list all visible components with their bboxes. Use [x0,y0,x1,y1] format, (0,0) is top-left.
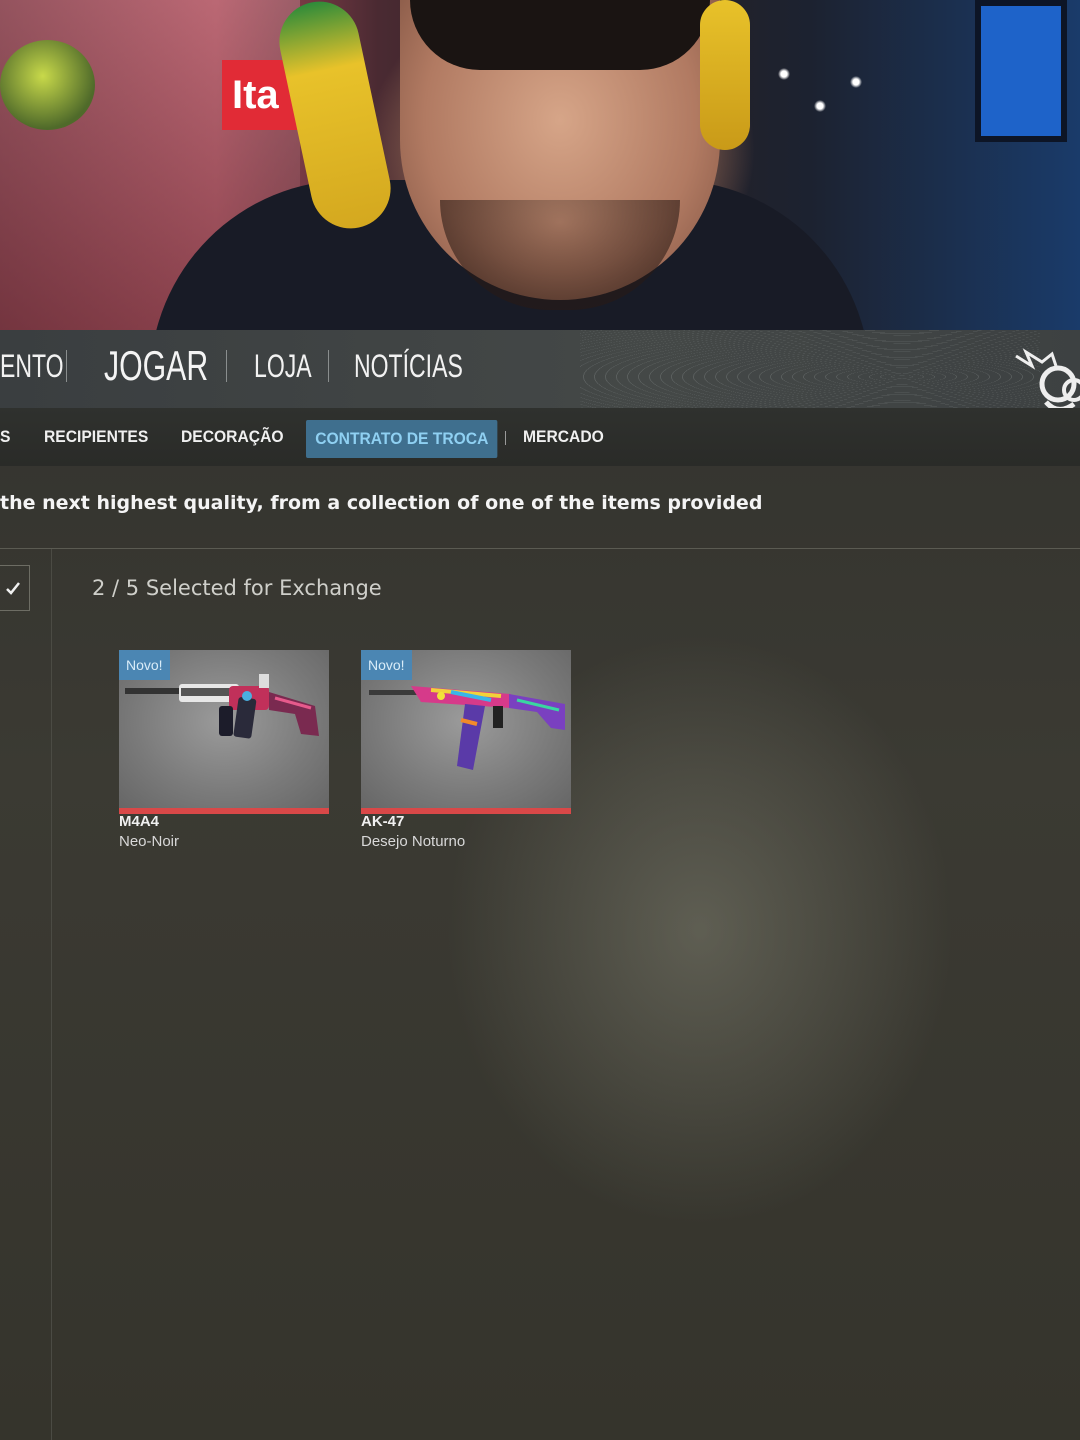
background-lights [760,50,880,130]
game-ui: ENTO JOGAR LOJA NOTÍCIAS S RECIPIENTES D… [0,330,1080,1440]
helmet-decoration [0,40,95,130]
nav-item-loja[interactable]: LOJA [254,348,312,385]
item-skin-name: Neo-Noir [119,833,180,850]
new-badge: Novo! [119,650,170,680]
item-weapon-name: AK-47 [361,813,405,830]
section-divider [0,548,1080,549]
confirm-button[interactable] [0,565,30,611]
contract-description: the next highest quality, from a collect… [0,492,763,514]
nav-item-noticias[interactable]: NOTÍCIAS [354,348,463,385]
selected-count-label: 2 / 5 Selected for Exchange [92,576,382,600]
background-monitor [975,0,1067,142]
streamer-hair [410,0,710,70]
subtab-partial[interactable]: S [0,422,10,452]
item-card-ak47[interactable]: Novo! [361,650,571,814]
item-card-m4a4[interactable]: Novo! [119,650,329,814]
new-badge: Novo! [361,650,412,680]
subtab-recipientes[interactable]: RECIPIENTES [44,422,148,452]
subtab-separator [505,431,506,445]
nav-separator [66,350,67,382]
nav-item-partial[interactable]: ENTO [0,348,64,385]
sidebar-divider [51,549,52,1440]
subtab-contrato-de-troca[interactable]: CONTRATO DE TROCA [306,420,498,458]
top-nav-bar: ENTO JOGAR LOJA NOTÍCIAS [0,330,1080,412]
subtab-mercado[interactable]: MERCADO [523,422,604,452]
check-icon [5,582,20,595]
topo-pattern [580,330,1040,408]
item-skin-name: Desejo Noturno [361,833,466,850]
webcam-overlay: Ita [0,0,1080,330]
sub-nav-bar: S RECIPIENTES DECORAÇÃO CONTRATO DE TROC… [0,408,1080,466]
headset-right [700,0,750,150]
item-weapon-name: M4A4 [119,813,160,830]
nav-separator [328,350,329,382]
subtab-decoracao[interactable]: DECORAÇÃO [181,422,284,452]
nav-separator [226,350,227,382]
nav-item-jogar[interactable]: JOGAR [104,342,208,390]
